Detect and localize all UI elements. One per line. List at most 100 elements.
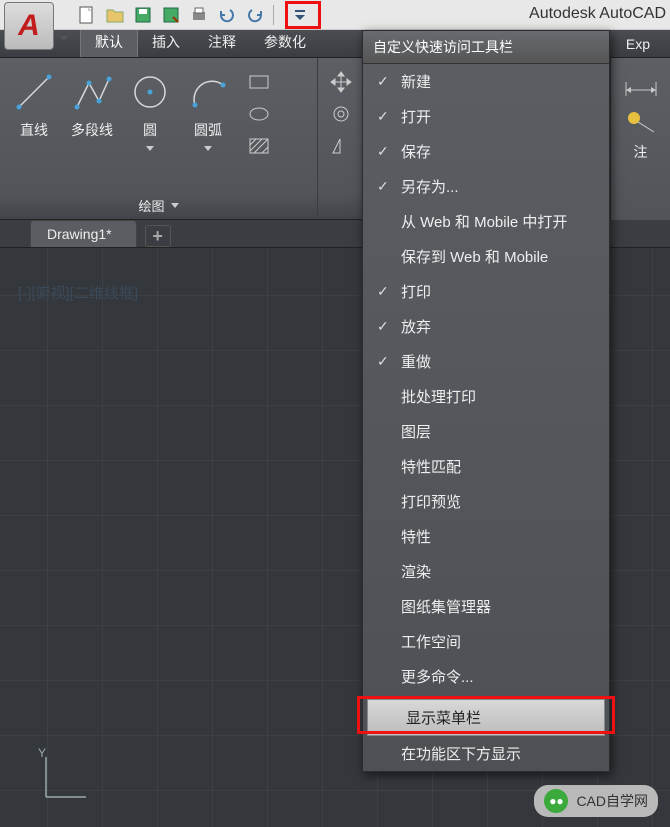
circle-label: 圆 [143,120,157,140]
title-bar: A [0,0,670,30]
menu-item-label: 放弃 [401,316,431,337]
qat-print-button[interactable] [186,3,212,27]
move-button[interactable] [326,68,356,96]
arc-button[interactable]: 圆弧 [182,64,234,160]
qat-separator [273,5,274,25]
check-icon: ✓ [377,178,401,195]
menu-item-label: 图层 [401,421,431,442]
qat-undo-button[interactable] [214,3,240,27]
qat-open-button[interactable] [102,3,128,27]
app-menu-button[interactable]: A [4,2,70,54]
dimension-icon [624,70,658,100]
ribbon-tab-annotation[interactable]: 注释 [194,28,250,57]
menu-item-show-below-ribbon[interactable]: 在功能区下方显示 [363,736,609,771]
qat-save-button[interactable] [130,3,156,27]
menu-separator [371,696,601,697]
menu-item-label: 特性 [401,526,431,547]
line-icon [13,71,55,113]
circle-icon [129,71,171,113]
menu-item-label: 打印预览 [401,491,461,512]
hatch-button[interactable] [244,132,274,160]
saveas-icon [162,6,180,24]
document-tab[interactable]: Drawing1* [30,220,137,247]
menu-item[interactable]: ✓保存 [363,134,609,169]
ribbon-tab-insert[interactable]: 插入 [138,28,194,57]
check-icon: ✓ [377,143,401,160]
menu-item-label: 打印 [401,281,431,302]
menu-item[interactable]: ✓另存为... [363,169,609,204]
wechat-icon: ●● [544,789,568,813]
qat-customize-menu: 自定义快速访问工具栏 ✓新建✓打开✓保存✓另存为...从 Web 和 Mobil… [362,30,610,772]
menu-item-label: 打开 [401,106,431,127]
check-icon: ✓ [377,73,401,90]
menu-item-label: 保存到 Web 和 Mobile [401,246,548,267]
undo-icon [218,6,236,24]
menu-item[interactable]: 保存到 Web 和 Mobile [363,239,609,274]
redo-icon [246,6,264,24]
menu-item[interactable]: ✓重做 [363,344,609,379]
menu-item[interactable]: 图纸集管理器 [363,589,609,624]
arc-label: 圆弧 [194,120,222,140]
print-icon [190,6,208,24]
menu-item-label: 批处理打印 [401,386,476,407]
menu-item[interactable]: 批处理打印 [363,379,609,414]
draw-panel-title[interactable]: 绘图 [8,192,309,219]
menu-item[interactable]: 打印预览 [363,484,609,519]
polyline-button[interactable]: 多段线 [66,64,118,160]
menu-item[interactable]: ✓新建 [363,64,609,99]
hatch-icon [248,137,270,155]
draw-panel: 直线 多段线 圆 圆弧 绘图 [0,58,318,219]
menu-item[interactable]: 从 Web 和 Mobile 中打开 [363,204,609,239]
ribbon-tab-parametric[interactable]: 参数化 [250,28,320,57]
check-icon: ✓ [377,318,401,335]
menu-item-label: 更多命令... [401,666,474,687]
line-button[interactable]: 直线 [8,64,60,160]
menu-item-label: 显示菜单栏 [406,707,481,728]
qat-customize-dropdown[interactable] [288,4,312,26]
open-folder-icon [106,6,124,24]
menu-item[interactable]: ✓打印 [363,274,609,309]
qat-dropdown-highlight [285,1,321,29]
mirror-button[interactable] [326,132,356,160]
mirror-icon [330,135,352,157]
new-document-tab[interactable]: + [145,225,171,247]
quick-access-toolbar [74,0,321,29]
view-label: [-][俯视][二维线框] [18,282,138,303]
menu-item[interactable]: 特性 [363,519,609,554]
menu-item[interactable]: 渲染 [363,554,609,589]
check-icon: ✓ [377,353,401,370]
menu-title: 自定义快速访问工具栏 [363,31,609,64]
menu-item[interactable]: 特性匹配 [363,449,609,484]
right-ribbon-fragment: 注 [610,58,670,220]
check-icon: ✓ [377,283,401,300]
qat-saveas-button[interactable] [158,3,184,27]
app-title: Autodesk AutoCAD [529,5,666,23]
menu-item-label: 新建 [401,71,431,92]
ribbon-tab-extra[interactable]: Exp [612,32,664,57]
qat-new-button[interactable] [74,3,100,27]
watermark-text: CAD自学网 [576,791,648,811]
menu-item-label: 从 Web 和 Mobile 中打开 [401,211,567,232]
ucs-icon: Y [36,747,96,807]
menu-item-label: 特性匹配 [401,456,461,477]
menu-item-label: 在功能区下方显示 [401,743,521,764]
svg-text:Y: Y [38,747,46,760]
line-label: 直线 [20,120,48,140]
circle-button[interactable]: 圆 [124,64,176,160]
menu-item[interactable]: ✓打开 [363,99,609,134]
ribbon-tab-default[interactable]: 默认 [80,27,138,57]
ellipse-button[interactable] [244,100,274,128]
menu-item-label: 保存 [401,141,431,162]
menu-item[interactable]: 图层 [363,414,609,449]
move-icon [328,69,354,95]
menu-item-show-menubar[interactable]: 显示菜单栏 [367,699,605,736]
polyline-label: 多段线 [71,120,113,140]
menu-item[interactable]: 工作空间 [363,624,609,659]
menu-item[interactable]: 更多命令... [363,659,609,694]
qat-redo-button[interactable] [242,3,268,27]
rotate-button[interactable] [326,100,356,128]
menu-item[interactable]: ✓放弃 [363,309,609,344]
rectangle-button[interactable] [244,68,274,96]
menu-item-label: 重做 [401,351,431,372]
modify-panel-fragment [318,58,364,219]
